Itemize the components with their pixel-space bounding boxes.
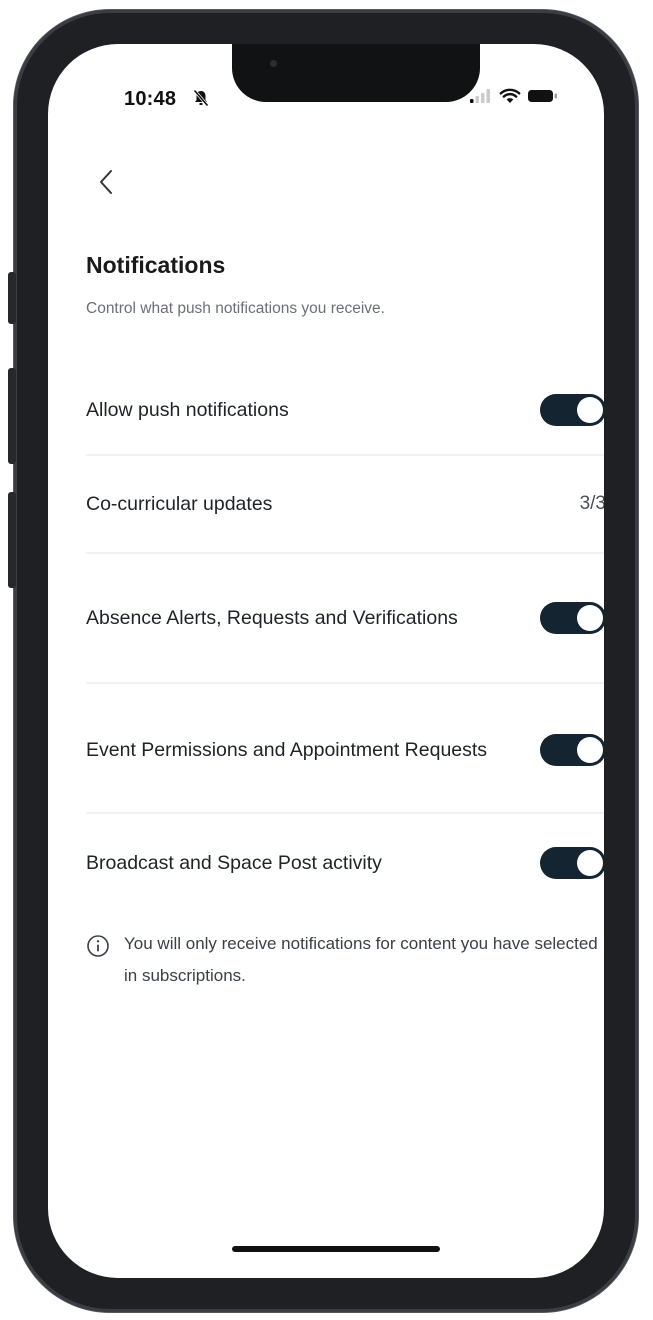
setting-label: Event Permissions and Appointment Reques… (86, 739, 488, 761)
absence-alerts-toggle[interactable] (540, 602, 604, 634)
home-indicator[interactable] (232, 1246, 440, 1252)
setting-label: Co-curricular updates (86, 493, 273, 515)
info-text: You will only receive notifications for … (124, 934, 598, 985)
setting-row-event-permissions: Event Permissions and Appointment Reques… (86, 714, 604, 786)
toggle-knob (577, 397, 603, 423)
subscription-info: You will only receive notifications for … (86, 932, 604, 992)
chevron-left-icon[interactable] (96, 168, 120, 196)
mute-switch (8, 272, 16, 324)
allow-push-toggle[interactable] (540, 394, 604, 426)
event-permissions-toggle[interactable] (540, 734, 604, 766)
screen: 10:48 Notifications Control what push no… (48, 44, 604, 1278)
setting-label: Broadcast and Space Post activity (86, 852, 382, 874)
wifi-icon (499, 88, 521, 103)
setting-label: Allow push notifications (86, 399, 289, 421)
toggle-knob (577, 850, 603, 876)
co-curricular-count: 3/3 (579, 493, 604, 514)
signal-icon (470, 89, 490, 103)
info-icon (87, 935, 109, 957)
setting-row-broadcast: Broadcast and Space Post activity (86, 845, 604, 881)
camera-dot (270, 60, 277, 67)
page-subtitle: Control what push notifications you rece… (86, 300, 385, 317)
setting-row-absence-alerts: Absence Alerts, Requests and Verificatio… (86, 582, 604, 654)
setting-row-allow-push: Allow push notifications (86, 392, 604, 428)
toggle-knob (577, 737, 603, 763)
volume-up-button (8, 368, 16, 464)
toggle-knob (577, 605, 603, 631)
battery-icon (528, 90, 557, 102)
phone-frame: 10:48 Notifications Control what push no… (8, 10, 638, 1312)
divider (86, 682, 604, 684)
status-icons (470, 88, 558, 104)
setting-row-co-curricular[interactable]: Co-curricular updates 3/3 (86, 486, 604, 522)
broadcast-toggle[interactable] (540, 847, 604, 879)
setting-label: Absence Alerts, Requests and Verificatio… (86, 607, 458, 629)
status-time: 10:48 (124, 88, 177, 110)
page-title: Notifications (86, 252, 226, 278)
divider (86, 812, 604, 814)
volume-down-button (8, 492, 16, 588)
bell-off-icon (193, 89, 209, 107)
notch (232, 44, 480, 102)
divider (86, 552, 604, 554)
divider (86, 454, 604, 456)
